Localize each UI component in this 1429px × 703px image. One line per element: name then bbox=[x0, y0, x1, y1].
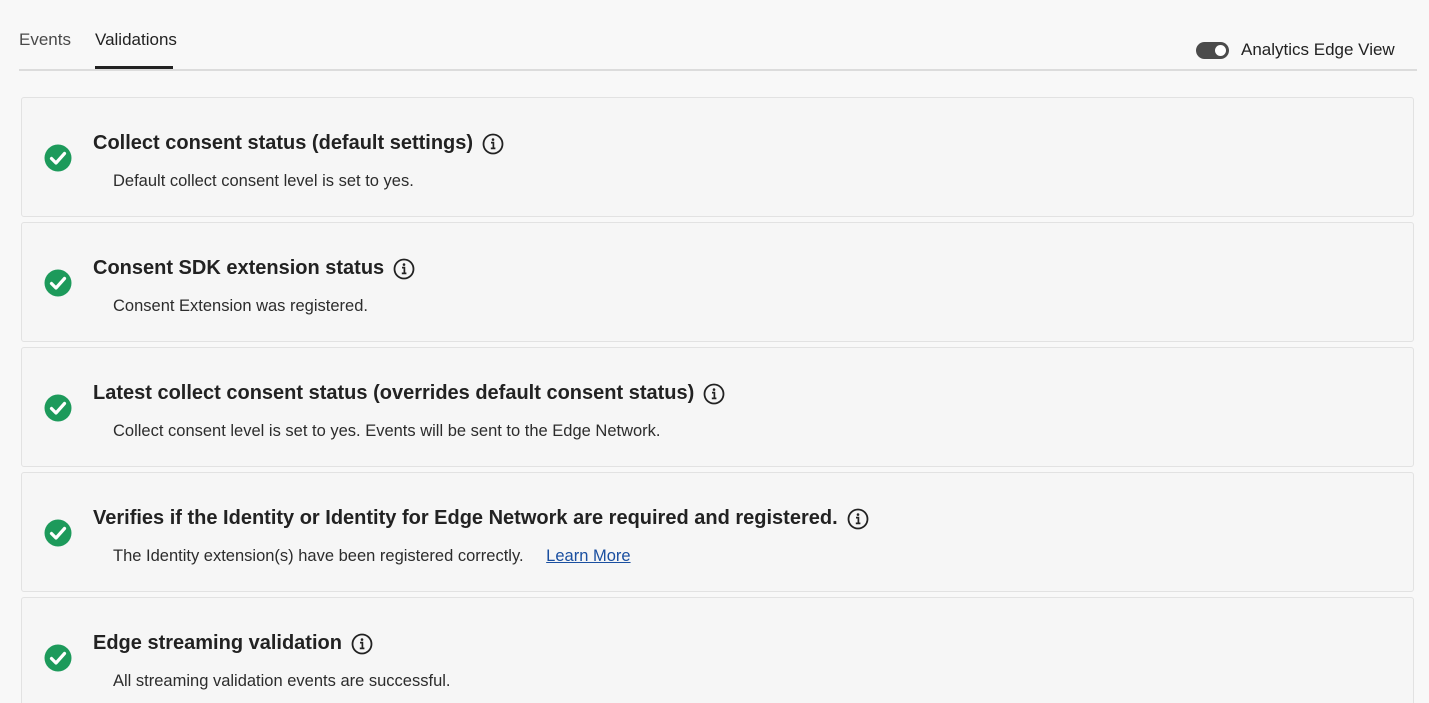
validation-description: Collect consent level is set to yes. Eve… bbox=[113, 422, 661, 440]
validation-title-text: Verifies if the Identity or Identity for… bbox=[93, 507, 838, 529]
validation-title: Consent SDK extension status bbox=[93, 257, 415, 280]
validations-page: Events Validations Analytics Edge View C… bbox=[0, 0, 1429, 703]
info-icon[interactable] bbox=[482, 133, 504, 155]
check-circle-icon bbox=[44, 144, 72, 172]
validation-description-text: The Identity extension(s) have been regi… bbox=[113, 547, 524, 565]
check-circle-icon bbox=[44, 644, 72, 672]
validation-card: Verifies if the Identity or Identity for… bbox=[21, 472, 1414, 592]
info-icon[interactable] bbox=[393, 258, 415, 280]
validation-title: Latest collect consent status (overrides… bbox=[93, 382, 725, 405]
tab-events[interactable]: Events bbox=[19, 29, 71, 51]
active-tab-indicator bbox=[95, 66, 173, 69]
validation-description: Default collect consent level is set to … bbox=[113, 172, 414, 190]
validation-title: Verifies if the Identity or Identity for… bbox=[93, 507, 869, 530]
toggle-switch[interactable] bbox=[1196, 41, 1229, 59]
validation-title-text: Latest collect consent status (overrides… bbox=[93, 382, 695, 404]
tab-validations[interactable]: Validations bbox=[95, 29, 177, 51]
validation-description: Consent Extension was registered. bbox=[113, 297, 368, 315]
info-icon[interactable] bbox=[703, 383, 725, 405]
validation-description: The Identity extension(s) have been regi… bbox=[113, 547, 631, 566]
validation-title-text: Edge streaming validation bbox=[93, 632, 342, 654]
check-circle-icon bbox=[44, 394, 72, 422]
validation-title-text: Collect consent status (default settings… bbox=[93, 132, 474, 154]
validation-card: Latest collect consent status (overrides… bbox=[21, 347, 1414, 467]
info-icon[interactable] bbox=[847, 508, 869, 530]
check-circle-icon bbox=[44, 269, 72, 297]
validation-description: All streaming validation events are succ… bbox=[113, 672, 451, 690]
validation-card: Consent SDK extension status Consent Ext… bbox=[21, 222, 1414, 342]
validation-card: Collect consent status (default settings… bbox=[21, 97, 1414, 217]
check-circle-icon bbox=[44, 519, 72, 547]
toggle-label: Analytics Edge View bbox=[1241, 40, 1395, 59]
validation-title: Collect consent status (default settings… bbox=[93, 132, 504, 155]
learn-more-link[interactable]: Learn More bbox=[546, 547, 630, 565]
info-icon[interactable] bbox=[351, 633, 373, 655]
validation-title-text: Consent SDK extension status bbox=[93, 257, 385, 279]
validation-list: Collect consent status (default settings… bbox=[21, 97, 1414, 703]
analytics-edge-view-toggle[interactable]: Analytics Edge View bbox=[1196, 38, 1395, 62]
toggle-knob bbox=[1215, 44, 1226, 56]
validation-card: Edge streaming validation All streaming … bbox=[21, 597, 1414, 703]
validation-title: Edge streaming validation bbox=[93, 632, 373, 655]
